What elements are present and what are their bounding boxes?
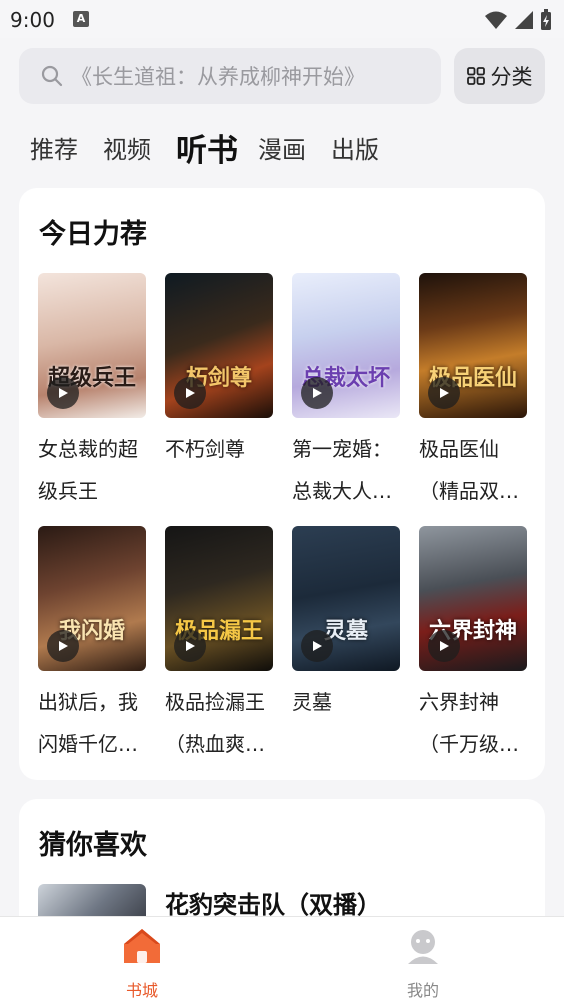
search-icon: [41, 65, 63, 87]
book-item[interactable]: 朽剑尊 不朽剑尊: [165, 273, 275, 470]
nav-mine[interactable]: 我的: [378, 927, 468, 1001]
search-placeholder: 《长生道祖：从养成柳神开始》: [71, 65, 365, 89]
play-icon[interactable]: [301, 630, 333, 662]
book-cover[interactable]: 我闪婚: [38, 526, 146, 671]
book-item[interactable]: 六界封神 六界封神（千万级爆款）: [419, 526, 529, 765]
status-bar: 9:00 A: [0, 0, 564, 38]
book-cover[interactable]: 总裁太坏: [292, 273, 400, 418]
book-title: 灵墓: [292, 690, 332, 714]
book-cover[interactable]: 超级兵王: [38, 273, 146, 418]
book-item[interactable]: 超级兵王 女总裁的超级兵王: [38, 273, 148, 512]
home-icon: [124, 929, 160, 963]
bottom-nav: 书城 我的: [0, 916, 564, 1004]
book-cover[interactable]: 极品漏王: [165, 526, 273, 671]
book-item[interactable]: 我闪婚 出狱后，我闪婚千亿老公: [38, 526, 148, 765]
book-item[interactable]: 极品医仙 极品医仙（精品双播）: [419, 273, 529, 512]
play-icon[interactable]: [47, 377, 79, 409]
book-title: 极品医仙（精品双播）: [419, 437, 499, 503]
play-icon[interactable]: [301, 377, 333, 409]
nav-mine-label: 我的: [406, 981, 439, 1000]
guess-title: 猜你喜欢: [39, 830, 147, 861]
book-item[interactable]: 总裁太坏 第一宠婚：总裁大人太坏了: [292, 273, 402, 512]
play-icon[interactable]: [174, 630, 206, 662]
tab-video[interactable]: 视频: [103, 130, 151, 165]
search-input[interactable]: 《长生道祖：从养成柳神开始》: [19, 48, 441, 104]
status-icons: [484, 9, 552, 31]
category-button[interactable]: 分类: [454, 48, 545, 104]
book-cover[interactable]: 极品医仙: [419, 273, 527, 418]
nav-bookstore[interactable]: 书城: [97, 927, 187, 1001]
signal-icon: [515, 11, 533, 29]
book-item[interactable]: 极品漏王 极品捡漏王（热血爽文）: [165, 526, 275, 765]
book-title: 不朽剑尊: [165, 437, 245, 461]
tab-comics[interactable]: 漫画: [258, 130, 306, 165]
play-icon[interactable]: [428, 630, 460, 662]
book-cover[interactable]: 六界封神: [419, 526, 527, 671]
book-title: 第一宠婚：总裁大人太坏了: [292, 437, 392, 503]
play-icon[interactable]: [174, 377, 206, 409]
user-icon: [408, 930, 438, 964]
book-item[interactable]: 灵墓 灵墓: [292, 526, 402, 723]
book-title: 极品捡漏王（热血爽文）: [165, 690, 265, 756]
book-title: 出狱后，我闪婚千亿老公: [38, 690, 138, 756]
status-time: 9:00: [10, 8, 55, 32]
book-title: 女总裁的超级兵王: [38, 437, 138, 503]
channel-tabs: 推荐 视频 听书 漫画 出版: [30, 122, 404, 172]
play-icon[interactable]: [428, 377, 460, 409]
wifi-icon: [485, 11, 507, 29]
category-button-label: 分类: [490, 65, 533, 89]
notification-icon: A: [73, 11, 89, 27]
book-cover[interactable]: 灵墓: [292, 526, 400, 671]
tab-recommend[interactable]: 推荐: [30, 130, 78, 165]
recommend-title: 今日力荐: [39, 219, 147, 250]
search-row: 《长生道祖：从养成柳神开始》 分类: [0, 48, 564, 106]
book-cover[interactable]: 朽剑尊: [165, 273, 273, 418]
recommend-card: 今日力荐 超级兵王 女总裁的超级兵王 朽剑尊 不朽剑尊 总裁太坏 第一宠婚：总裁…: [19, 188, 545, 780]
tab-publishing[interactable]: 出版: [331, 130, 379, 165]
play-icon[interactable]: [47, 630, 79, 662]
book-title: 六界封神（千万级爆款）: [419, 690, 519, 756]
book-title[interactable]: 花豹突击队（双播）: [165, 885, 381, 920]
grid-icon: [466, 67, 485, 85]
battery-icon: [541, 9, 551, 30]
tab-audiobook[interactable]: 听书: [176, 125, 238, 170]
nav-bookstore-label: 书城: [125, 981, 158, 1000]
